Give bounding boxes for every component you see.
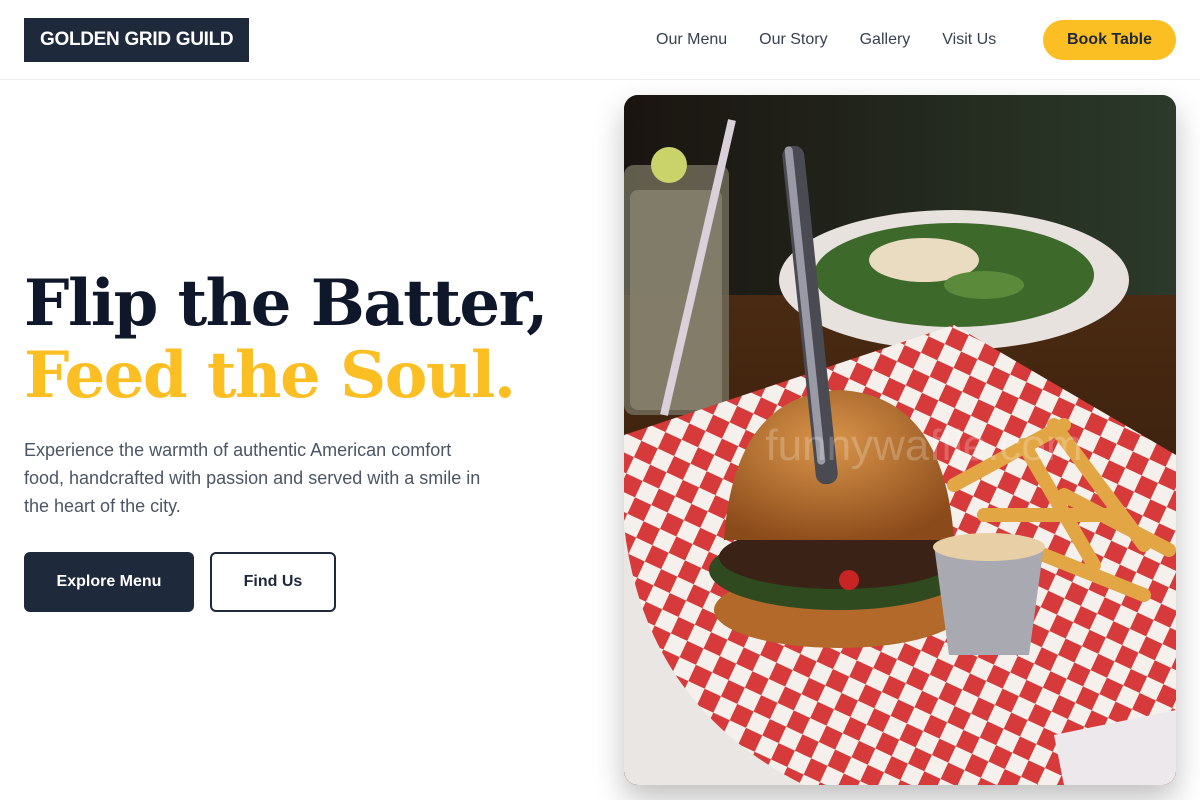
find-us-button[interactable]: Find Us	[210, 552, 336, 612]
hero-burger-image: funnywaffle.com	[624, 95, 1176, 785]
nav-our-story[interactable]: Our Story	[759, 31, 827, 49]
book-table-button[interactable]: Book Table	[1043, 20, 1176, 60]
nav-our-menu[interactable]: Our Menu	[656, 31, 727, 49]
explore-menu-button[interactable]: Explore Menu	[24, 552, 194, 612]
logo[interactable]: GOLDEN GRID GUILD	[24, 18, 250, 62]
hero-title-line1: Flip the Batter,	[24, 266, 548, 341]
nav-visit-us[interactable]: Visit Us	[942, 31, 996, 49]
hero-title: Flip the Batter, Feed the Soul.	[24, 268, 584, 412]
hero-title-line2: Feed the Soul.	[24, 338, 516, 413]
navbar: GOLDEN GRID GUILD Our Menu Our Story Gal…	[0, 0, 1200, 80]
image-watermark: funnywaffle.com	[765, 421, 1082, 470]
burger-photo-illustration: funnywaffle.com	[624, 95, 1176, 785]
nav-gallery[interactable]: Gallery	[860, 31, 911, 49]
hero-description: Experience the warmth of authentic Ameri…	[24, 440, 481, 516]
main-nav: Our Menu Our Story Gallery Visit Us	[656, 0, 1028, 80]
